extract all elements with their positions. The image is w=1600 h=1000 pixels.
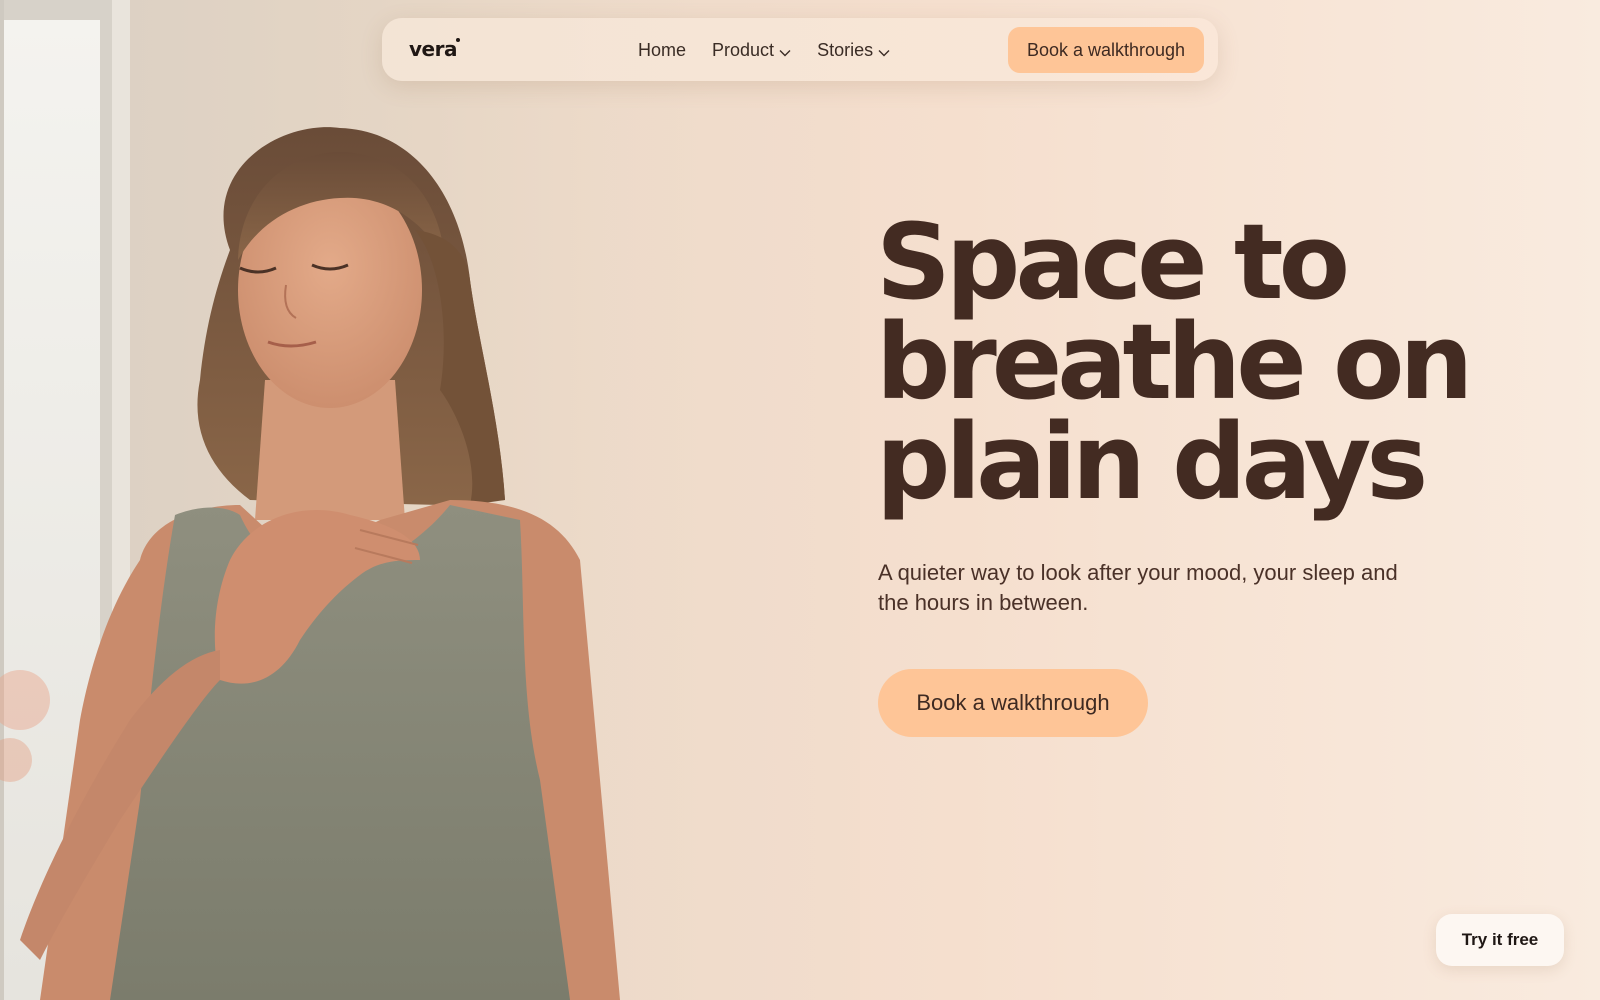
brand-logo-dot (456, 38, 460, 42)
nav-link-label: Product (712, 40, 775, 60)
brand-logo[interactable]: vera (409, 37, 457, 61)
top-navbar: vera Home Product Stories Book a walkthr… (382, 18, 1218, 81)
hero-subcopy: A quieter way to look after your mood, y… (878, 560, 1398, 615)
nav-link-home[interactable]: Home (638, 40, 686, 61)
hero-photo (0, 0, 860, 1000)
nav-link-label: Stories (817, 40, 874, 60)
nav-link-product[interactable]: Product (712, 40, 791, 61)
nav-link-label: Home (638, 40, 687, 60)
hero-headline: Space to breathe on plain days (876, 201, 1536, 523)
hero-headline-line: breathe on (876, 301, 1473, 423)
hero-headline-line: plain days (876, 401, 1428, 523)
book-walkthrough-nav-button[interactable]: Book a walkthrough (1008, 27, 1204, 73)
chevron-down-icon (878, 49, 890, 56)
hero-headline-line: Space to (876, 201, 1350, 323)
nav-links: Home Product Stories (638, 40, 890, 61)
nav-link-stories[interactable]: Stories (817, 40, 890, 61)
try-it-free-button[interactable]: Try it free (1436, 914, 1564, 966)
chevron-down-icon (779, 49, 791, 56)
book-walkthrough-hero-button[interactable]: Book a walkthrough (878, 669, 1148, 737)
